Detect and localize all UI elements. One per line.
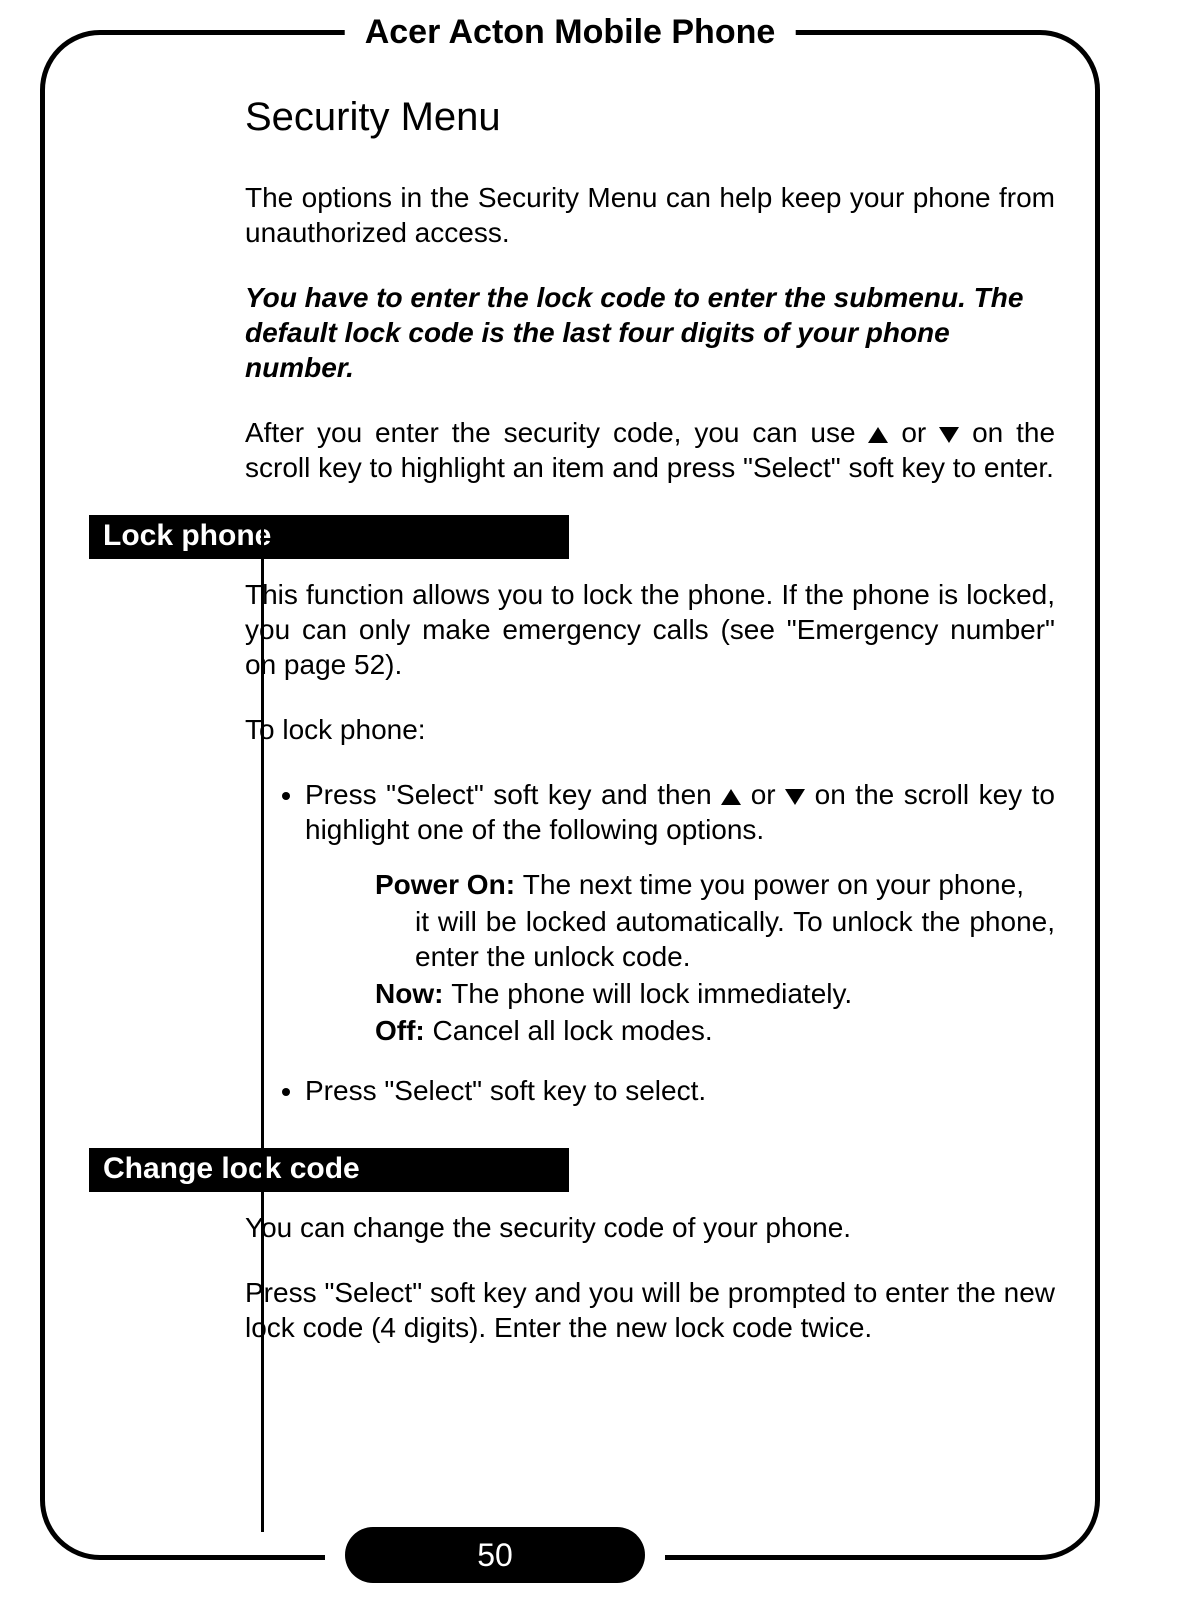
lock-phone-description: This function allows you to lock the pho…	[245, 577, 1055, 682]
text-part: Press "Select" soft key and then	[305, 779, 721, 810]
change-code-description: You can change the security code of your…	[245, 1210, 1055, 1245]
option-label: Now:	[375, 978, 451, 1009]
down-arrow-icon	[785, 789, 805, 805]
text-part: or	[901, 417, 939, 448]
list-item: Press "Select" soft key and then or on t…	[305, 777, 1055, 847]
down-arrow-icon	[939, 427, 959, 443]
manual-header: Acer Acton Mobile Phone	[345, 13, 796, 52]
lock-phone-heading: Lock phone	[89, 515, 569, 559]
option-label: Power On:	[375, 869, 523, 900]
page-content: Security Menu The options in the Securit…	[45, 35, 1095, 1345]
options-block: Power On: The next time you power on you…	[375, 867, 1055, 1048]
vertical-rule	[261, 517, 264, 1532]
page-frame: Acer Acton Mobile Phone Security Menu Th…	[40, 30, 1100, 1560]
option-power-on: Power On: The next time you power on you…	[375, 867, 1055, 902]
up-arrow-icon	[721, 789, 741, 805]
after-enter-paragraph: After you enter the security code, you c…	[245, 415, 1055, 485]
option-label: Off:	[375, 1015, 433, 1046]
page-title: Security Menu	[245, 95, 1055, 140]
option-power-on-cont: it will be locked automatically. To unlo…	[375, 904, 1055, 974]
option-text: The next time you power on your phone,	[523, 869, 1024, 900]
intro-paragraph: The options in the Security Menu can hel…	[245, 180, 1055, 250]
lock-steps-list: Press "Select" soft key and then or on t…	[305, 777, 1055, 847]
lock-steps-list-2: Press "Select" soft key to select.	[305, 1073, 1055, 1108]
option-text: The phone will lock immediately.	[451, 978, 852, 1009]
option-now: Now: The phone will lock immediately.	[375, 976, 1055, 1011]
page-number: 50	[345, 1527, 645, 1583]
option-text: Cancel all lock modes.	[433, 1015, 713, 1046]
text-part: After you enter the security code, you c…	[245, 417, 868, 448]
list-item: Press "Select" soft key to select.	[305, 1073, 1055, 1108]
to-lock-phone-label: To lock phone:	[245, 712, 1055, 747]
change-lock-code-heading: Change lock code	[89, 1148, 569, 1192]
change-code-instructions: Press "Select" soft key and you will be …	[245, 1275, 1055, 1345]
up-arrow-icon	[868, 427, 888, 443]
option-off: Off: Cancel all lock modes.	[375, 1013, 1055, 1048]
text-part: or	[751, 779, 785, 810]
lock-code-note: You have to enter the lock code to enter…	[245, 280, 1055, 385]
